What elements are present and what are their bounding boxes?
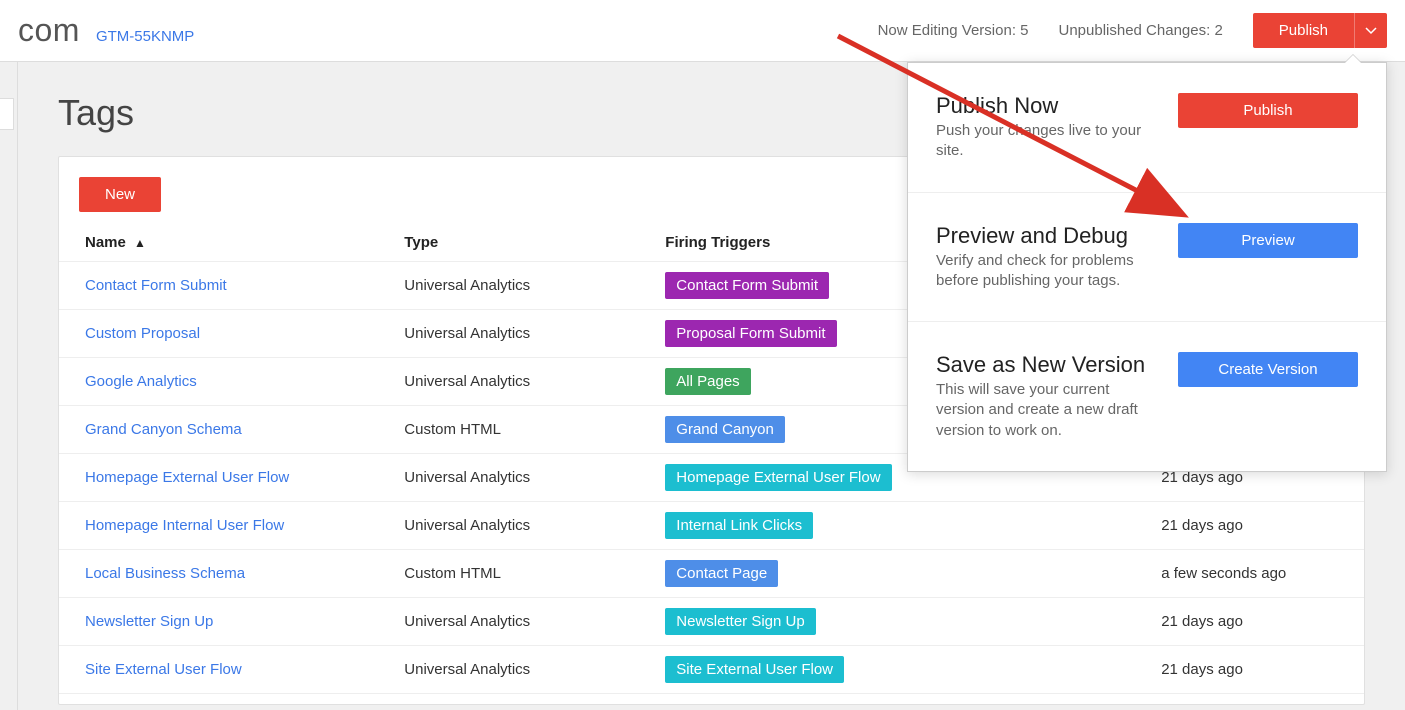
- tag-type: Universal Analytics: [404, 277, 530, 294]
- publish-now-title: Publish Now: [936, 93, 1158, 119]
- tag-type: Custom HTML: [404, 421, 501, 438]
- column-name-label: Name: [85, 234, 126, 251]
- last-edited: 21 days ago: [1161, 661, 1243, 678]
- panel-row-version: Save as New Version This will save your …: [908, 322, 1386, 471]
- preview-button[interactable]: Preview: [1178, 223, 1358, 258]
- editing-version-label: Now Editing Version: 5: [878, 22, 1029, 39]
- table-row[interactable]: Local Business Schema Custom HTML Contact …: [59, 550, 1364, 598]
- tag-name-link[interactable]: Homepage Internal User Flow: [85, 517, 284, 534]
- tag-type: Universal Analytics: [404, 517, 530, 534]
- table-row[interactable]: Site External User Flow Universal Analyti…: [59, 646, 1364, 694]
- trigger-badge[interactable]: Contact Page: [665, 560, 778, 587]
- header-left: com GTM-55KNMP: [18, 12, 194, 49]
- tag-name-link[interactable]: Google Analytics: [85, 373, 197, 390]
- tag-name-link[interactable]: Grand Canyon Schema: [85, 421, 242, 438]
- publish-dropdown-toggle[interactable]: [1354, 13, 1387, 48]
- last-edited: a few seconds ago: [1161, 565, 1286, 582]
- publish-dropdown-panel: Publish Now Push your changes live to yo…: [907, 62, 1387, 472]
- tag-type: Universal Analytics: [404, 469, 530, 486]
- trigger-badge[interactable]: Proposal Form Submit: [665, 320, 836, 347]
- last-edited: 21 days ago: [1161, 517, 1243, 534]
- save-version-desc: This will save your current version and …: [936, 380, 1158, 441]
- tag-name-link[interactable]: Site External User Flow: [85, 661, 242, 678]
- trigger-badge[interactable]: Internal Link Clicks: [665, 512, 813, 539]
- top-header: com GTM-55KNMP Now Editing Version: 5 Un…: [0, 0, 1405, 62]
- trigger-badge[interactable]: Grand Canyon: [665, 416, 785, 443]
- trigger-badge[interactable]: Newsletter Sign Up: [665, 608, 815, 635]
- header-right: Now Editing Version: 5 Unpublished Chang…: [878, 13, 1387, 48]
- tag-type: Custom HTML: [404, 565, 501, 582]
- column-header-type[interactable]: Type: [398, 224, 659, 262]
- publish-button-group: Publish: [1253, 13, 1387, 48]
- preview-debug-desc: Verify and check for problems before pub…: [936, 251, 1158, 292]
- tag-type: Universal Analytics: [404, 661, 530, 678]
- last-edited: 21 days ago: [1161, 613, 1243, 630]
- tag-name-link[interactable]: Custom Proposal: [85, 325, 200, 342]
- tag-type: Universal Analytics: [404, 325, 530, 342]
- table-row[interactable]: Homepage Internal User Flow Universal Ana…: [59, 502, 1364, 550]
- trigger-badge[interactable]: Contact Form Submit: [665, 272, 829, 299]
- create-version-button[interactable]: Create Version: [1178, 352, 1358, 387]
- trigger-badge[interactable]: All Pages: [665, 368, 750, 395]
- table-row[interactable]: Newsletter Sign Up Universal Analytics New…: [59, 598, 1364, 646]
- publish-button[interactable]: Publish: [1253, 13, 1354, 48]
- tag-name-link[interactable]: Homepage External User Flow: [85, 469, 289, 486]
- panel-row-publish: Publish Now Push your changes live to yo…: [908, 63, 1386, 193]
- tag-name-link[interactable]: Contact Form Submit: [85, 277, 227, 294]
- tag-name-link[interactable]: Local Business Schema: [85, 565, 245, 582]
- trigger-badge[interactable]: Homepage External User Flow: [665, 464, 891, 491]
- sort-asc-icon: ▲: [134, 236, 146, 250]
- preview-debug-title: Preview and Debug: [936, 223, 1158, 249]
- tag-type: Universal Analytics: [404, 373, 530, 390]
- chevron-down-icon: [1365, 27, 1377, 35]
- column-header-name[interactable]: Name ▲: [59, 224, 398, 262]
- sidebar-collapsed-tab[interactable]: [0, 98, 14, 130]
- sidebar-stub: [0, 62, 18, 710]
- unpublished-changes-label: Unpublished Changes: 2: [1059, 22, 1223, 39]
- panel-row-preview: Preview and Debug Verify and check for p…: [908, 193, 1386, 323]
- container-id-link[interactable]: GTM-55KNMP: [96, 28, 194, 45]
- trigger-badge[interactable]: Site External User Flow: [665, 656, 844, 683]
- publish-now-button[interactable]: Publish: [1178, 93, 1358, 128]
- save-version-title: Save as New Version: [936, 352, 1158, 378]
- new-tag-button[interactable]: New: [79, 177, 161, 212]
- tag-name-link[interactable]: Newsletter Sign Up: [85, 613, 213, 630]
- domain-suffix: com: [18, 12, 80, 49]
- tag-type: Universal Analytics: [404, 613, 530, 630]
- publish-now-desc: Push your changes live to your site.: [936, 121, 1158, 162]
